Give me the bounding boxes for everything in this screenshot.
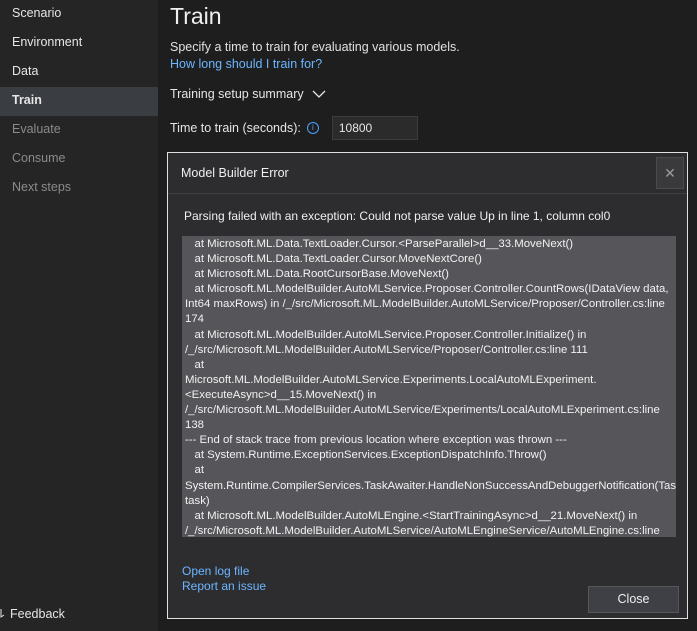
feedback-icon: [0, 609, 5, 618]
feedback-label: Feedback: [10, 607, 65, 621]
open-log-link[interactable]: Open log file: [182, 564, 687, 579]
time-to-train-row: Time to train (seconds): i: [170, 116, 697, 140]
dialog-title: Model Builder Error: [181, 166, 289, 180]
training-summary-label: Training setup summary: [170, 87, 304, 101]
help-link[interactable]: How long should I train for?: [170, 57, 697, 71]
sidebar-item-next-steps: Next steps: [12, 180, 72, 194]
time-to-train-input[interactable]: [331, 116, 418, 140]
sidebar-item-evaluate: Evaluate: [12, 122, 61, 136]
stack-trace: at Microsoft.ML.Data.TextLoader.Cursor.<…: [182, 236, 676, 537]
dialog-header: Model Builder Error ✕: [168, 153, 687, 194]
sidebar-item-train[interactable]: Train: [0, 87, 158, 116]
sidebar-item-environment[interactable]: Environment: [0, 29, 158, 58]
close-button[interactable]: Close: [588, 586, 679, 613]
time-to-train-label: Time to train (seconds):: [170, 121, 301, 135]
info-icon[interactable]: i: [306, 122, 319, 134]
sidebar-nav: Scenario Environment Data Train Evaluate…: [0, 0, 158, 631]
sidebar-item-scenario[interactable]: Scenario: [0, 0, 158, 29]
error-dialog: Model Builder Error ✕ Parsing failed wit…: [167, 152, 688, 619]
sidebar-item-data[interactable]: Data: [0, 58, 158, 87]
close-icon[interactable]: ✕: [656, 157, 684, 189]
feedback-link[interactable]: Feedback: [0, 607, 65, 621]
error-message: Parsing failed with an exception: Could …: [184, 209, 611, 223]
sidebar-item-consume: Consume: [12, 151, 66, 165]
main-content: Train Specify a time to train for evalua…: [170, 0, 697, 140]
page-subtitle: Specify a time to train for evaluating v…: [170, 40, 460, 54]
training-summary-toggle[interactable]: Training setup summary: [170, 87, 697, 101]
page-title: Train: [170, 3, 222, 29]
chevron-down-icon: [312, 90, 326, 98]
